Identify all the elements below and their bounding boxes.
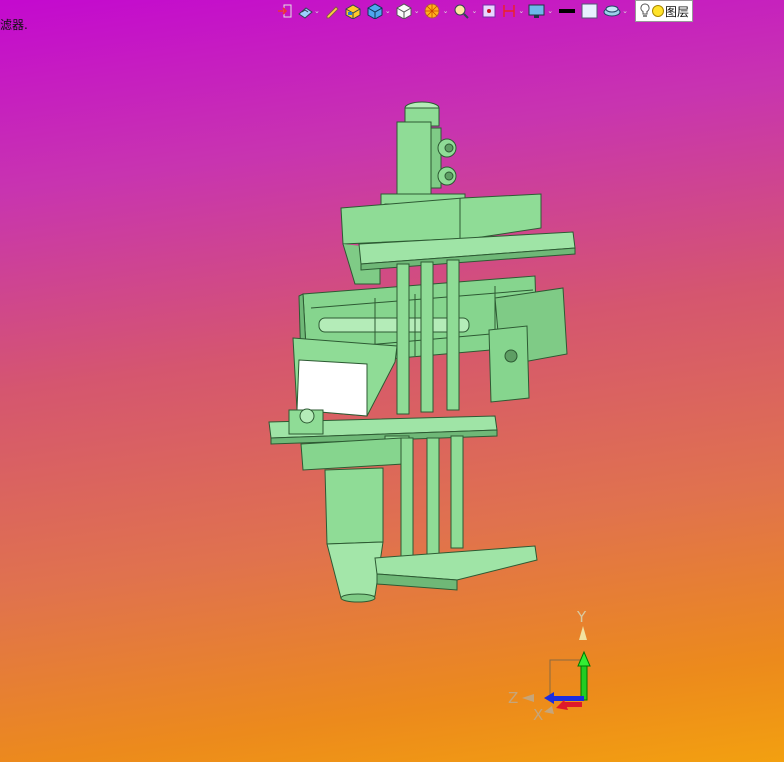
cube-button[interactable]: ⌄ (365, 1, 392, 21)
chevron-down-icon[interactable]: ⌄ (622, 7, 628, 15)
exit-button[interactable] (276, 1, 294, 21)
white-square-icon (581, 3, 598, 19)
axis-y-cone-small (579, 626, 587, 640)
cad-model[interactable] (255, 98, 585, 608)
axis-y-arrow (580, 663, 588, 701)
layer-button[interactable]: ⌄ (602, 1, 629, 21)
chevron-down-icon[interactable]: ⌄ (385, 7, 391, 15)
layer-icon (603, 5, 621, 17)
axis-x-label: X (533, 706, 543, 723)
view-icon (298, 7, 313, 19)
chevron-down-icon[interactable]: ⌄ (547, 7, 553, 15)
chevron-down-icon[interactable]: ⌄ (314, 7, 320, 15)
render-icon (424, 3, 440, 19)
chevron-down-icon[interactable]: ⌄ (472, 7, 478, 15)
black-line-icon (559, 9, 576, 13)
top-toolbar: ⌄ ⌄ ⌄ ⌄ ⌄ ⌄ ⌄ ⌄ 图层 (276, 0, 784, 22)
filter-label: 滤器. (0, 18, 28, 32)
axis-z-arrow (552, 696, 584, 701)
sun-icon (652, 5, 664, 17)
cube-icon (367, 3, 383, 19)
layer-label: 图层 (665, 4, 690, 19)
chevron-down-icon[interactable]: ⌄ (414, 7, 420, 15)
pillar-right (446, 259, 460, 411)
white-cube-button[interactable]: ⌄ (394, 1, 421, 21)
pencil-icon (326, 6, 339, 19)
shaded-button[interactable] (343, 1, 363, 21)
rod-middle (426, 437, 440, 555)
zoom-icon (454, 4, 469, 19)
shaded-box-icon (345, 4, 361, 19)
render-button[interactable]: ⌄ (423, 1, 450, 21)
chevron-down-icon[interactable]: ⌄ (518, 7, 524, 15)
axis-triad: Y Z X (508, 608, 591, 723)
frame-icon (482, 4, 496, 18)
motor-body (396, 121, 432, 195)
funnel-tip (326, 541, 384, 599)
lightbulb-icon (640, 3, 650, 17)
color-button[interactable] (580, 1, 600, 21)
exit-icon (278, 4, 292, 18)
rod-left (400, 437, 414, 559)
dimension-icon (503, 5, 516, 17)
chute-window (296, 359, 368, 417)
funnel-body (324, 467, 384, 545)
frame-button[interactable] (480, 1, 498, 21)
zoom-button[interactable]: ⌄ (452, 1, 479, 21)
dimension-button[interactable]: ⌄ (500, 1, 525, 21)
funnel-mount (300, 437, 404, 471)
white-cube-icon (396, 3, 412, 19)
axis-y-label: Y (576, 608, 587, 626)
rod-right (450, 435, 464, 549)
base-plate (374, 545, 538, 581)
monitor-button[interactable]: ⌄ (527, 1, 554, 21)
line-style-button[interactable] (556, 1, 578, 21)
view-button[interactable]: ⌄ (296, 1, 321, 21)
chevron-down-icon[interactable]: ⌄ (443, 7, 449, 15)
pillar-left (396, 263, 410, 415)
pillar-middle (420, 261, 434, 413)
monitor-icon (528, 4, 545, 18)
layer-selector[interactable]: 图层 (635, 0, 694, 22)
axis-z-label: Z (508, 689, 518, 707)
sketch-button[interactable] (323, 1, 341, 21)
